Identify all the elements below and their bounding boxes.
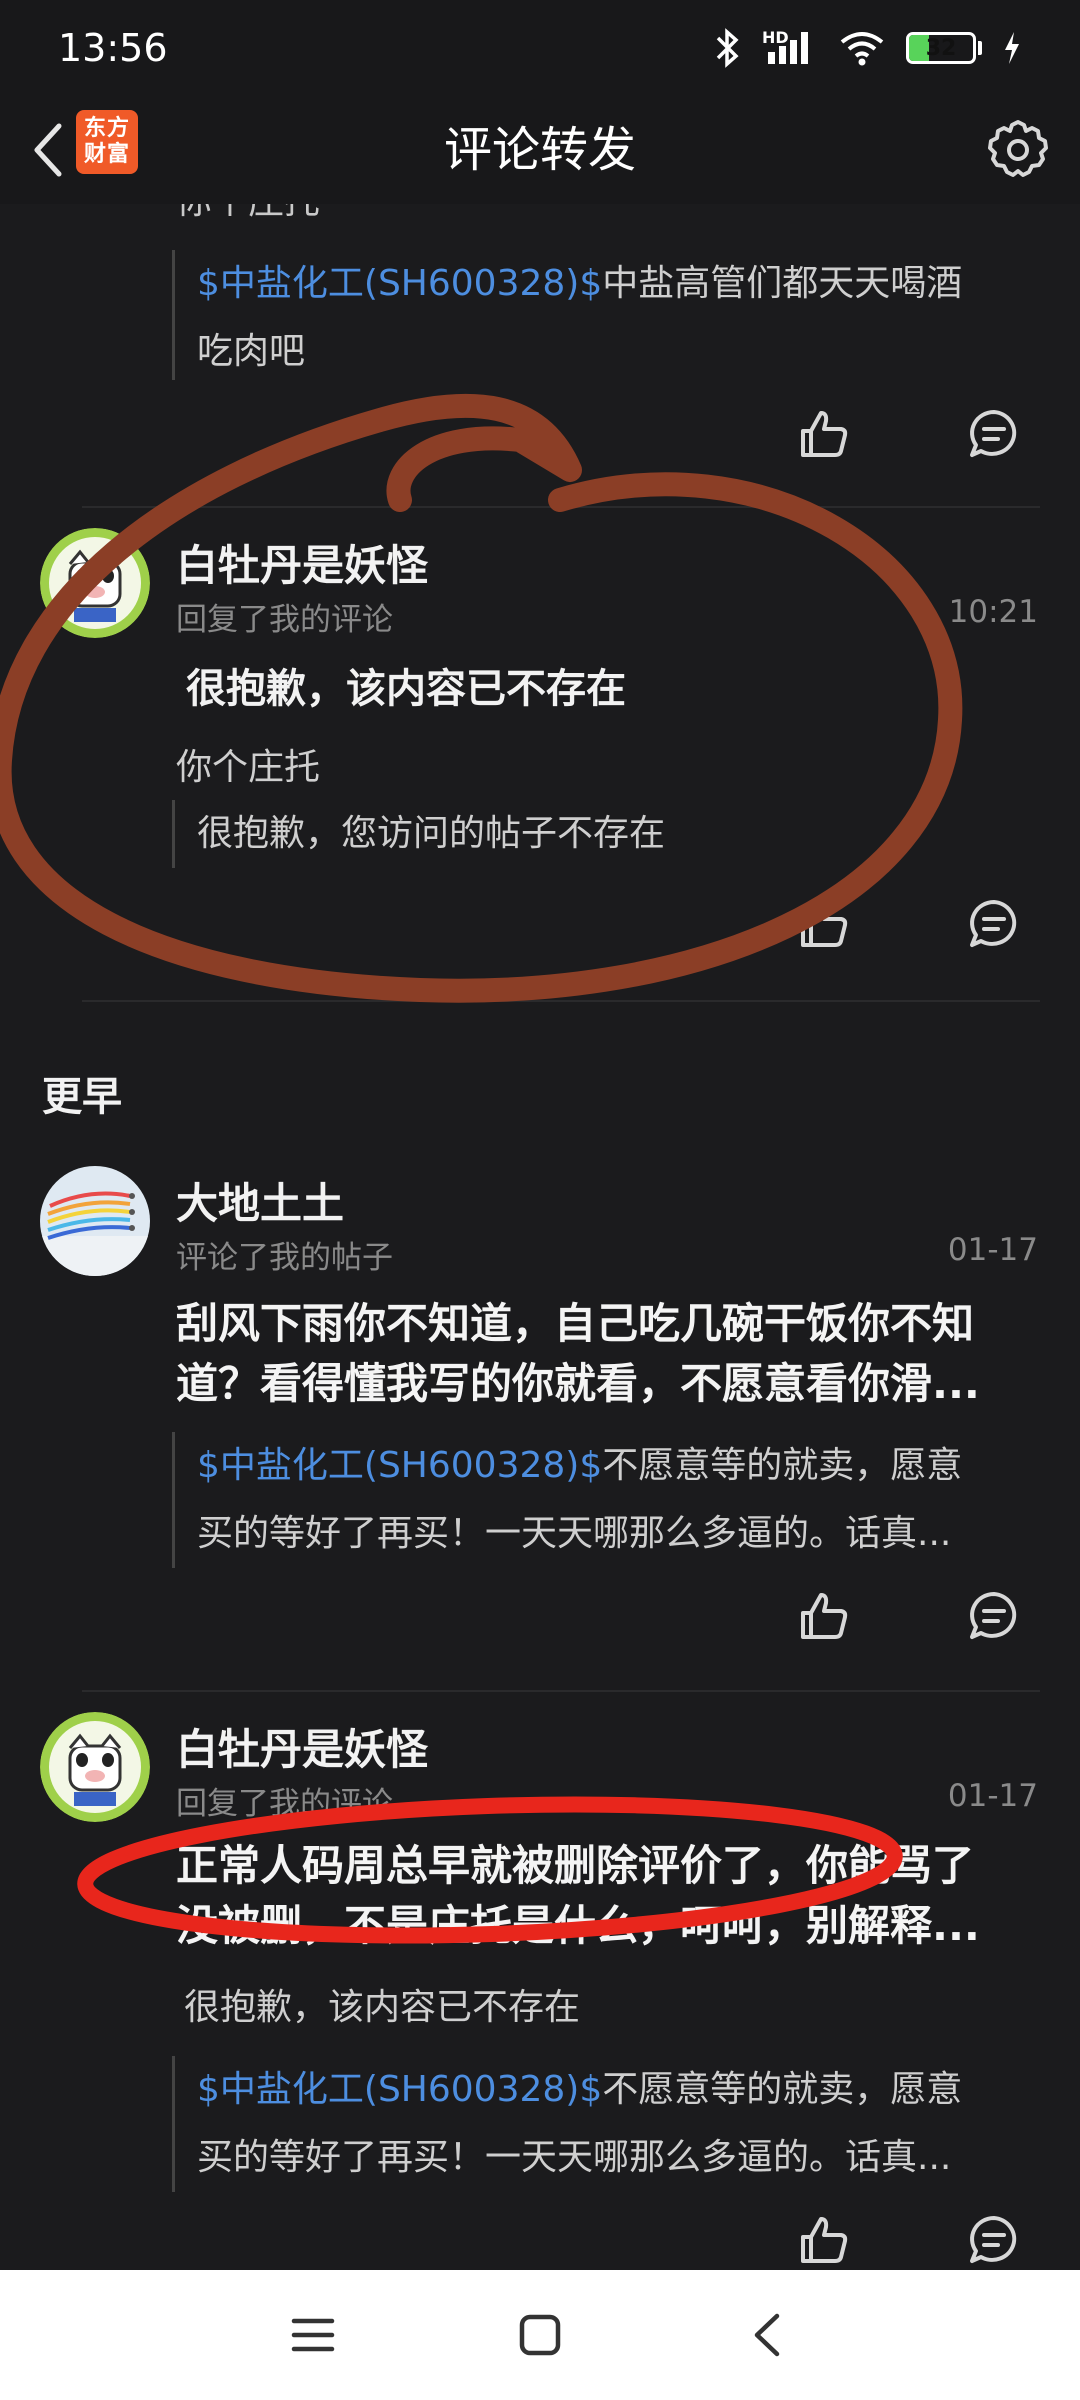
action-text: 回复了我的评论 [176, 1786, 393, 1822]
quote-text-line2: 买的等好了再买！一天天哪那么多逼的。话真... [197, 1513, 952, 1554]
wifi-icon [840, 32, 884, 66]
comment-button[interactable] [964, 1586, 1024, 1646]
status-bar: 13:56 HD 32 [0, 0, 1080, 96]
notification-list[interactable]: 你个庄托 $中盐化工(SH600328)$中盐高管们都天天喝酒 吃肉吧 [0, 204, 1080, 2270]
thumbs-up-icon [801, 1593, 848, 1639]
comment-bubble-icon [970, 410, 1017, 457]
like-button[interactable] [794, 1586, 854, 1646]
logo-text-bottom: 财富 [83, 142, 130, 167]
avatar[interactable] [40, 1712, 150, 1822]
comment-bubble-icon [970, 2216, 1017, 2263]
comment-button[interactable] [964, 404, 1024, 464]
settings-button[interactable] [978, 110, 1058, 190]
comment-body-line: 刮风下雨你不知道，自己吃几碗干饭你不知 [176, 1299, 975, 1348]
timestamp: 01-17 [947, 1232, 1038, 1268]
quoted-post[interactable]: $中盐化工(SH600328)$不愿意等的就卖，愿意 买的等好了再买！一天天哪那… [172, 2056, 1022, 2192]
stock-tag-link[interactable]: $中盐化工(SH600328)$ [197, 263, 602, 304]
logo-text-top: 东方 [83, 116, 130, 141]
comment-body-line: 正常人码周总早就被删除评价了，你能骂了 [176, 1841, 975, 1890]
comment-button[interactable] [964, 894, 1024, 954]
avatar[interactable] [40, 528, 150, 638]
chevron-left-icon [34, 123, 62, 177]
like-button[interactable] [794, 2210, 854, 2270]
divider [82, 506, 1040, 508]
comment-bubble-icon [970, 1592, 1017, 1639]
battery-level: 32 [925, 35, 957, 61]
stock-tag-link[interactable]: $中盐化工(SH600328)$ [197, 2069, 602, 2110]
comment-bubble-icon [970, 900, 1017, 947]
user-name[interactable]: 大地土土 [176, 1170, 344, 1231]
app-bar: 东方 财富 评论转发 [0, 96, 1080, 204]
back-button[interactable] [18, 116, 78, 184]
comment-body[interactable]: 正常人码周总早就被删除评价了，你能骂了 没被删，不是庄托是什么，呵呵，别解释..… [176, 1836, 1016, 1956]
status-icons: HD 32 [712, 28, 1022, 68]
comment-body-line: 没被删，不是庄托是什么，呵呵，别解释... [176, 1901, 980, 1950]
charging-icon [1005, 32, 1019, 64]
menu-button[interactable] [273, 2295, 353, 2375]
avatar[interactable] [40, 1166, 150, 1276]
gear-icon [988, 120, 1048, 177]
battery-icon: 32 [906, 32, 982, 64]
page-title: 评论转发 [443, 122, 636, 178]
section-header-earlier: 更早 [42, 1074, 122, 1120]
thumbs-up-icon [801, 901, 848, 947]
like-button[interactable] [794, 894, 854, 954]
bluetooth-icon [716, 28, 739, 68]
timestamp: 01-17 [947, 1778, 1038, 1814]
action-text: 回复了我的评论 [176, 602, 393, 638]
signal-icon: HD [762, 28, 818, 68]
action-text: 评论了我的帖子 [176, 1240, 393, 1276]
quote-text-line2: 买的等好了再买！一天天哪那么多逼的。话真... [197, 2137, 952, 2178]
system-nav-bar [0, 2270, 1080, 2400]
app-logo[interactable]: 东方 财富 [76, 110, 138, 174]
menu-icon [292, 2318, 335, 2352]
status-time: 13:56 [58, 26, 168, 70]
square-home-icon [519, 2314, 561, 2356]
divider [82, 1690, 1040, 1692]
comment-button[interactable] [964, 2210, 1024, 2270]
app-root: 13:56 HD 32 东方 财富 评论转发 $中盐化工(SH600328)$中… [0, 0, 1080, 2400]
divider [82, 1000, 1040, 1002]
reply-text: 你个庄托 [176, 747, 321, 788]
quote-text: 不愿意等的就卖，愿意 [602, 1445, 963, 1486]
chevron-left-icon [754, 2313, 779, 2357]
quoted-post[interactable]: $中盐化工(SH600328)$不愿意等的就卖，愿意 买的等好了再买！一天天哪那… [172, 1432, 1022, 1568]
stock-tag-link[interactable]: $中盐化工(SH600328)$ [197, 1445, 602, 1486]
nav-back-button[interactable] [727, 2295, 807, 2375]
home-button[interactable] [500, 2295, 580, 2375]
deleted-content-notice: 很抱歉，该内容已不存在 [184, 1987, 581, 2028]
quote-text-line2: 吃肉吧 [197, 331, 306, 372]
timestamp: 10:21 [948, 594, 1038, 630]
quote-text: 不愿意等的就卖，愿意 [602, 2069, 963, 2110]
truncated-reply-text: 你个庄托 [176, 204, 320, 224]
quote-text: 很抱歉，您访问的帖子不存在 [197, 813, 666, 854]
user-name[interactable]: 白牡丹是妖怪 [176, 532, 428, 593]
quoted-post[interactable]: $中盐化工(SH600328)$中盐高管们都天天喝酒 吃肉吧 [172, 250, 1022, 380]
thumbs-up-icon [801, 411, 848, 457]
comment-body[interactable]: 刮风下雨你不知道，自己吃几碗干饭你不知 道？看得懂我写的你就看，不愿意看你滑..… [176, 1294, 1016, 1414]
quoted-post[interactable]: 很抱歉，您访问的帖子不存在 [172, 800, 1022, 868]
comment-body-line: 道？看得懂我写的你就看，不愿意看你滑... [176, 1359, 980, 1408]
deleted-content-notice: 很抱歉，该内容已不存在 [186, 666, 626, 712]
user-name[interactable]: 白牡丹是妖怪 [176, 1716, 428, 1777]
thumbs-up-icon [801, 2217, 848, 2263]
like-button[interactable] [794, 404, 854, 464]
quote-text: 中盐高管们都天天喝酒 [602, 263, 963, 304]
